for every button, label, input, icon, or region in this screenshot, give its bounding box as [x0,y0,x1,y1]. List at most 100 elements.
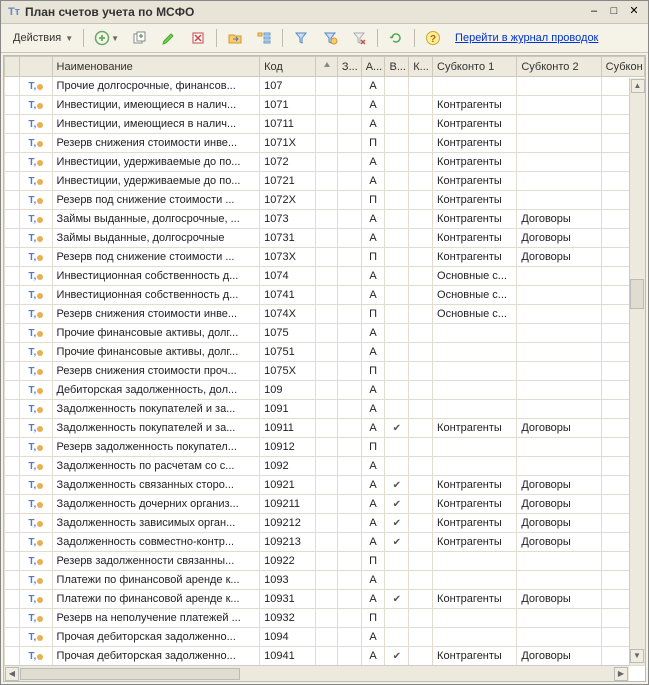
filter-clear-button[interactable] [346,27,372,49]
table-row[interactable]: Т,Задолженность совместно-контр...109213… [5,533,645,552]
account-type-icon: Т, [28,499,43,510]
table-row[interactable]: Т,Платежи по финансовой аренде к...10931… [5,590,645,609]
table-row[interactable]: Т,Задолженность покупателей и за...10911… [5,419,645,438]
cell-subkonto2: Договоры [517,476,601,495]
table-row[interactable]: Т,Займы выданные, долгосрочные10731АКонт… [5,229,645,248]
cell-subkonto2: Договоры [517,229,601,248]
account-type-icon: Т, [28,195,43,206]
cell-code: 10731 [260,229,316,248]
delete-button[interactable] [185,27,211,49]
table-row[interactable]: Т,Резерв снижения стоимости инве...1074X… [5,305,645,324]
add-button[interactable]: ▼ [89,27,124,49]
cell-b: ✔ [385,533,409,552]
cell-a: А [361,514,385,533]
cell-subkonto2: Договоры [517,590,601,609]
maximize-button[interactable]: □ [606,5,622,19]
cell-subkonto1 [433,552,517,571]
cell-b [385,457,409,476]
scroll-left-button[interactable]: ◀ [5,667,19,681]
table-row[interactable]: Т,Задолженность зависимых орган...109212… [5,514,645,533]
table-row[interactable]: Т,Инвестиционная собственность д...1074А… [5,267,645,286]
table-row[interactable]: Т,Прочие финансовые активы, долг...10751… [5,343,645,362]
col-marker[interactable] [5,57,20,77]
table-row[interactable]: Т,Займы выданные, долгосрочные, ...1073А… [5,210,645,229]
scroll-thumb-h[interactable] [20,668,240,680]
table-row[interactable]: Т,Задолженность покупателей и за...1091А [5,400,645,419]
table-row[interactable]: Т,Инвестиции, имеющиеся в налич...10711А… [5,115,645,134]
cell-subkonto1: Основные с... [433,305,517,324]
table-row[interactable]: Т,Инвестиции, имеющиеся в налич...1071АК… [5,96,645,115]
cell-subkonto2 [517,286,601,305]
col-subkonto2[interactable]: Субконто 2 [517,57,601,77]
help-button[interactable]: ? [420,27,446,49]
table-row[interactable]: Т,Резерв под снижение стоимости ...1072X… [5,191,645,210]
account-type-icon: Т, [28,632,43,643]
edit-button[interactable] [156,27,182,49]
table-row[interactable]: Т,Прочая дебиторская задолженно...10941А… [5,647,645,666]
cell-name: Дебиторская задолженность, дол... [52,381,260,400]
scroll-down-button[interactable]: ▼ [630,649,644,663]
table-row[interactable]: Т,Задолженность по расчетам со с...1092А [5,457,645,476]
cell-code: 1094 [260,628,316,647]
col-sort[interactable] [316,57,338,77]
scroll-thumb-v[interactable] [630,279,644,309]
close-button[interactable]: ✕ [626,5,642,19]
scroll-right-button[interactable]: ▶ [614,667,628,681]
cell-name: Задолженность покупателей и за... [52,419,260,438]
horizontal-scrollbar[interactable]: ◀ ▶ [4,665,629,681]
refresh-button[interactable] [383,27,409,49]
col-k[interactable]: К... [409,57,433,77]
journal-link[interactable]: Перейти в журнал проводок [455,32,598,44]
refresh-icon [388,30,404,46]
cell-code: 10721 [260,172,316,191]
cell-name: Резерв под снижение стоимости ... [52,248,260,267]
table-row[interactable]: Т,Резерв снижения стоимости проч...1075X… [5,362,645,381]
copy-button[interactable] [127,27,153,49]
cell-a: А [361,571,385,590]
actions-menu-button[interactable]: Действия▼ [5,27,78,49]
accounts-grid[interactable]: Наименование Код З... А... В... К... Суб… [4,56,645,681]
scroll-up-button[interactable]: ▲ [631,79,645,93]
table-row[interactable]: Т,Платежи по финансовой аренде к...1093А [5,571,645,590]
table-row[interactable]: Т,Инвестиции, удерживаемые до по...10721… [5,172,645,191]
col-code[interactable]: Код [260,57,316,77]
table-row[interactable]: Т,Резерв на неполучение платежей ...1093… [5,609,645,628]
vertical-scrollbar[interactable]: ▲ ▼ [629,78,645,665]
filter2-button[interactable] [317,27,343,49]
cell-a: А [361,77,385,96]
table-row[interactable]: Т,Задолженность связанных сторо...10921А… [5,476,645,495]
hierarchy-button[interactable] [251,27,277,49]
col-icon[interactable] [20,57,52,77]
table-row[interactable]: Т,Инвестиции, удерживаемые до по...1072А… [5,153,645,172]
funnel-clear-icon [351,30,367,46]
cell-code: 107 [260,77,316,96]
col-z[interactable]: З... [337,57,361,77]
move-to-folder-button[interactable] [222,27,248,49]
cell-name: Прочие долгосрочные, финансов... [52,77,260,96]
table-row[interactable]: Т,Прочие финансовые активы, долг...1075А [5,324,645,343]
col-b[interactable]: В... [385,57,409,77]
table-row[interactable]: Т,Задолженность дочерних организ...10921… [5,495,645,514]
table-row[interactable]: Т,Резерв задолженности связанны...10922П [5,552,645,571]
cell-b [385,96,409,115]
table-row[interactable]: Т,Резерв задолженность покупател...10912… [5,438,645,457]
cell-name: Резерв снижения стоимости инве... [52,305,260,324]
col-name[interactable]: Наименование [52,57,260,77]
table-row[interactable]: Т,Резерв под снижение стоимости ...1073X… [5,248,645,267]
col-subkonto1[interactable]: Субконто 1 [433,57,517,77]
table-row[interactable]: Т,Резерв снижения стоимости инве...1071X… [5,134,645,153]
minimize-button[interactable]: – [586,5,602,19]
table-row[interactable]: Т,Дебиторская задолженность, дол...109А [5,381,645,400]
cell-a: П [361,438,385,457]
cell-subkonto1: Контрагенты [433,476,517,495]
col-a[interactable]: А... [361,57,385,77]
col-subkonto3[interactable]: Субкон [601,57,644,77]
cell-subkonto2 [517,628,601,647]
cell-subkonto2 [517,134,601,153]
filter1-button[interactable] [288,27,314,49]
table-row[interactable]: Т,Инвестиционная собственность д...10741… [5,286,645,305]
table-row[interactable]: Т,Прочая дебиторская задолженно...1094А [5,628,645,647]
table-row[interactable]: Т,Прочие долгосрочные, финансов...107А [5,77,645,96]
account-type-icon: Т, [28,271,43,282]
cell-a: А [361,96,385,115]
